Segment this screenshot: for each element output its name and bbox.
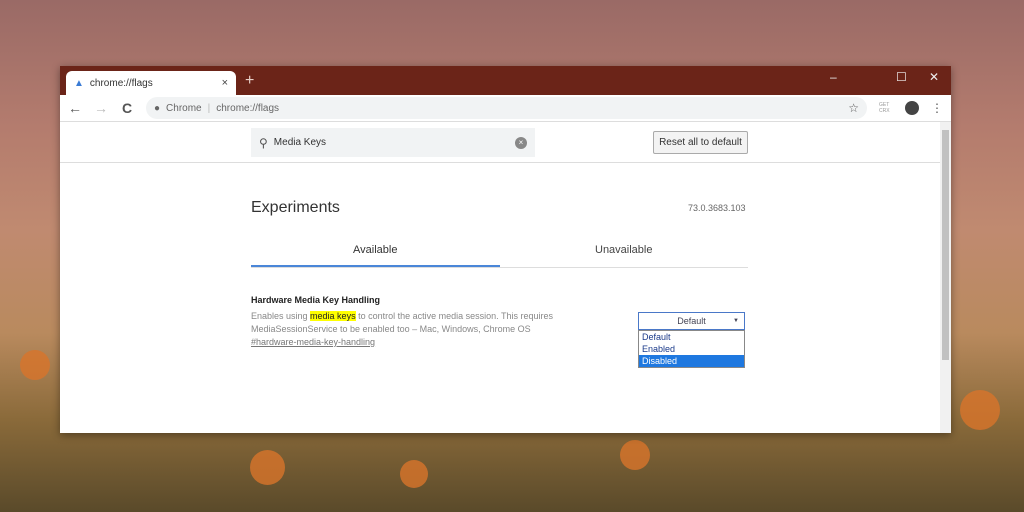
experiment-description: Enables using media keys to control the …: [251, 311, 554, 334]
scrollbar[interactable]: [940, 122, 951, 433]
search-value: Media Keys: [273, 137, 327, 148]
select-value: Default: [677, 316, 706, 326]
tab-unavailable[interactable]: Unavailable: [500, 232, 749, 267]
separator: |: [207, 102, 211, 114]
reset-all-button[interactable]: Reset all to default: [653, 131, 748, 154]
close-tab-icon[interactable]: ×: [222, 77, 228, 89]
menu-icon[interactable]: ⋮: [931, 101, 943, 115]
site-label: Chrome: [166, 102, 202, 114]
chrome-site-icon: ●: [154, 102, 161, 114]
search-highlight: media keys: [310, 311, 356, 321]
tab-title: chrome://flags: [89, 77, 153, 89]
get-crx-extension-icon[interactable]: GET CRX: [879, 102, 893, 114]
maximize-button[interactable]: ☐: [896, 70, 907, 84]
page-title: Experiments: [251, 199, 340, 216]
back-button[interactable]: ←: [68, 100, 82, 116]
experiment-select[interactable]: Default ▼: [638, 312, 745, 330]
clear-search-icon[interactable]: ×: [515, 136, 527, 149]
option-default[interactable]: Default: [639, 331, 744, 343]
tab-available[interactable]: Available: [251, 232, 500, 267]
new-tab-button[interactable]: +: [245, 72, 254, 90]
tab-flags[interactable]: ▲ chrome://flags ×: [66, 71, 236, 95]
flags-tabs: Available Unavailable: [251, 232, 748, 268]
experiment-item: Hardware Media Key Handling Enables usin…: [251, 295, 581, 349]
flags-header: ⚲ Media Keys × Reset all to default: [60, 122, 940, 163]
forward-button[interactable]: →: [94, 100, 108, 116]
flask-icon: ▲: [74, 77, 84, 89]
tab-bar: ▲ chrome://flags × + – ☐ ✕: [60, 66, 951, 95]
option-enabled[interactable]: Enabled: [639, 343, 744, 355]
profile-avatar[interactable]: [905, 101, 919, 115]
toolbar: ← → C ● Chrome | chrome://flags ☆ GET CR…: [60, 95, 951, 122]
browser-window: ▲ chrome://flags × + – ☐ ✕ ← → C ● Chrom…: [60, 66, 951, 433]
dropdown-arrow-icon: ▼: [733, 318, 739, 324]
option-disabled[interactable]: Disabled: [639, 355, 744, 367]
minimize-button[interactable]: –: [830, 70, 837, 84]
scrollbar-thumb[interactable]: [942, 130, 949, 360]
address-bar[interactable]: ● Chrome | chrome://flags ☆: [146, 97, 867, 119]
experiment-title: Hardware Media Key Handling: [251, 295, 381, 305]
page-content: ⚲ Media Keys × Reset all to default Expe…: [60, 122, 940, 433]
search-icon: ⚲: [259, 135, 268, 150]
close-window-button[interactable]: ✕: [929, 70, 939, 84]
reload-button[interactable]: C: [120, 100, 134, 116]
experiment-link[interactable]: #hardware-media-key-handling: [251, 336, 581, 349]
version-label: 73.0.3683.103: [688, 203, 746, 213]
url-text: chrome://flags: [216, 102, 280, 114]
search-input[interactable]: ⚲ Media Keys ×: [251, 128, 535, 157]
select-options-list: Default Enabled Disabled: [638, 330, 745, 368]
bookmark-star-icon[interactable]: ☆: [848, 101, 859, 115]
